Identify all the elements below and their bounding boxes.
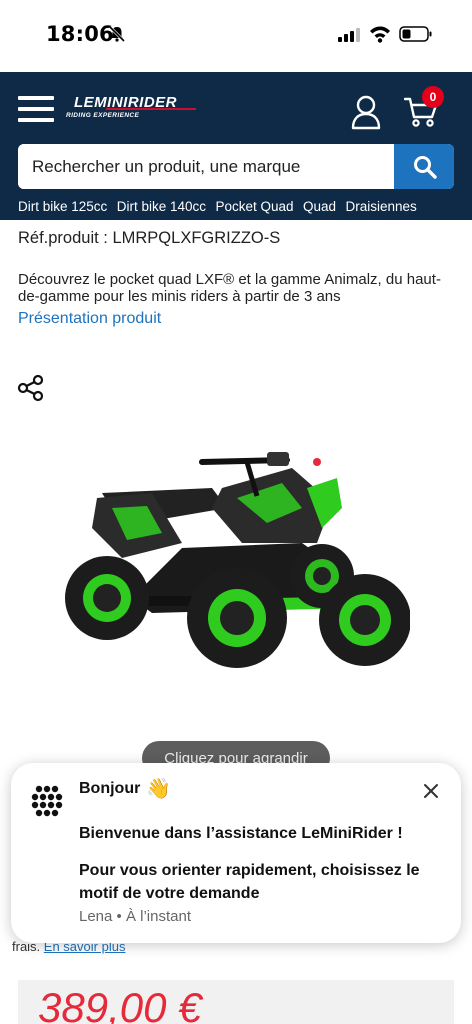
search-icon bbox=[414, 156, 437, 179]
product-presentation-link[interactable]: Présentation produit bbox=[18, 310, 161, 328]
cart-count-badge: 0 bbox=[422, 86, 444, 108]
hamburger-menu-icon[interactable] bbox=[18, 96, 54, 122]
wheel-rear-left bbox=[65, 556, 149, 640]
category-link-dirt-bike-140[interactable]: Dirt bike 140cc bbox=[117, 199, 206, 214]
chat-prompt-message: Pour vous orienter rapidement, choisisse… bbox=[79, 862, 420, 902]
user-account-icon[interactable] bbox=[350, 94, 382, 130]
logo-tagline: RIDING EXPERIENCE bbox=[66, 112, 140, 119]
category-link-draisiennes[interactable]: Draisiennes bbox=[345, 199, 416, 214]
product-price: 389,00 € bbox=[38, 984, 202, 1024]
close-icon[interactable] bbox=[421, 781, 441, 801]
share-icon[interactable] bbox=[17, 374, 45, 402]
wifi-icon bbox=[370, 26, 390, 43]
status-time: 18:06 bbox=[46, 22, 114, 46]
product-image-quad[interactable] bbox=[62, 448, 410, 678]
battery-icon bbox=[399, 26, 432, 42]
waving-hand-icon: 👋 bbox=[146, 778, 171, 800]
logo-stripe bbox=[106, 108, 196, 110]
signal-icon bbox=[338, 28, 360, 42]
search-bar bbox=[18, 144, 454, 189]
price-box: 389,00 € bbox=[18, 980, 454, 1024]
bell-muted-icon bbox=[108, 25, 126, 43]
product-reference: Réf.produit : LMRPQLXFGRIZZO-S bbox=[18, 229, 281, 247]
chat-sender-meta: Lena • À l’instant bbox=[79, 908, 191, 925]
search-button[interactable] bbox=[394, 144, 454, 189]
category-link-pocket-quad[interactable]: Pocket Quad bbox=[216, 199, 294, 214]
category-link-quad[interactable]: Quad bbox=[303, 199, 336, 214]
chat-welcome-message: Bienvenue dans l’assistance LeMiniRider … bbox=[79, 825, 403, 842]
status-bar: 18:06 bbox=[0, 0, 472, 72]
chat-greeting: Bonjour bbox=[79, 780, 141, 797]
site-header: LEMINIRIDER RIDING EXPERIENCE 0 Dirt bik… bbox=[0, 72, 472, 220]
chat-assistant-popup[interactable]: Bonjour 👋 Bienvenue dans l’assistance Le… bbox=[11, 763, 461, 943]
category-nav: Dirt bike 125cc Dirt bike 140cc Pocket Q… bbox=[18, 198, 468, 216]
chat-logo-icon bbox=[31, 785, 63, 817]
category-link-dirt-bike-125[interactable]: Dirt bike 125cc bbox=[18, 199, 107, 214]
product-description: Découvrez le pocket quad LXF® et la gamm… bbox=[18, 271, 441, 305]
site-logo[interactable]: LEMINIRIDER RIDING EXPERIENCE bbox=[66, 94, 206, 126]
search-input[interactable] bbox=[18, 144, 394, 189]
